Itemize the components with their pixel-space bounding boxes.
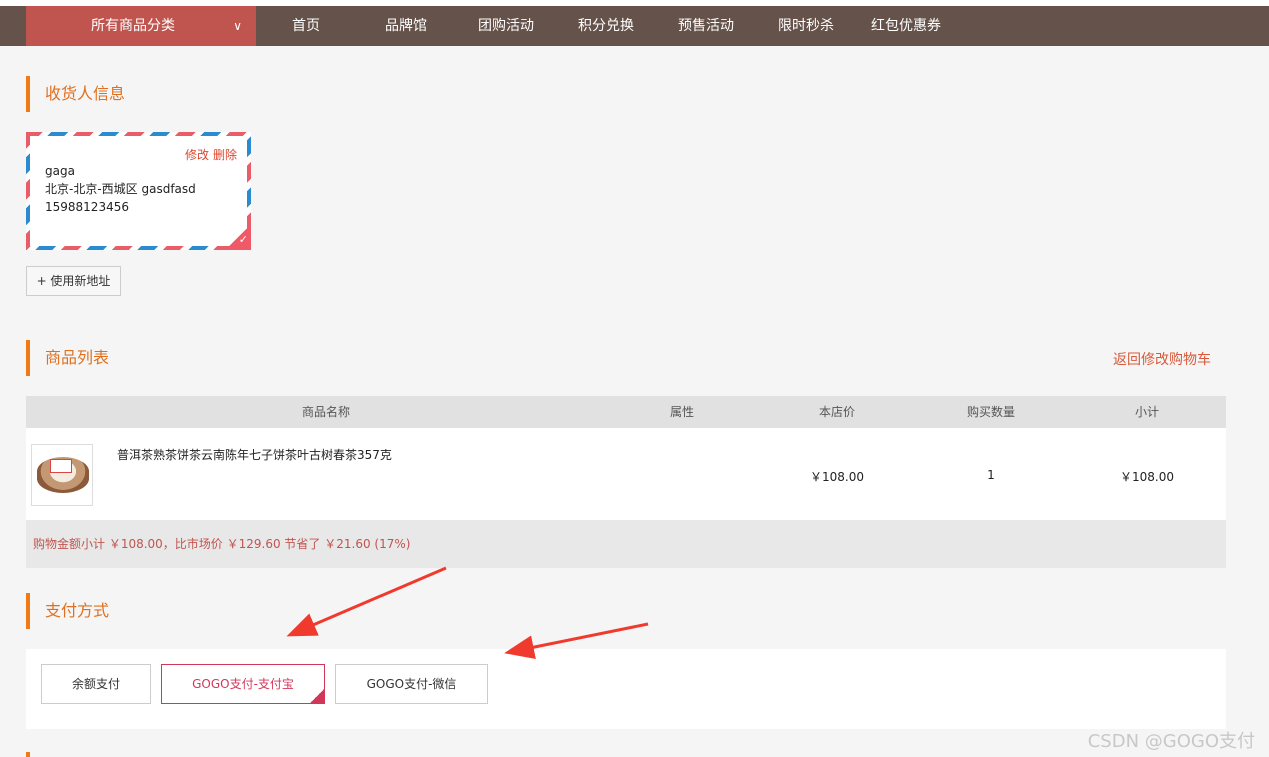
watermark: CSDN @GOGO支付 (1087, 731, 1255, 752)
nav-item-flash-sale[interactable]: 限时秒杀 (766, 6, 846, 46)
nav-item-group-buy[interactable]: 团购活动 (466, 6, 546, 46)
payment-option-alipay-label: GOGO支付-支付宝 (192, 677, 294, 691)
add-address-button[interactable]: + 使用新地址 (26, 266, 121, 296)
product-name-link[interactable]: 普洱茶熟茶饼茶云南陈年七子饼茶叶古树春茶357克 (117, 446, 392, 463)
edit-address-link[interactable]: 修改 (185, 148, 209, 162)
address-actions: 修改 删除 (181, 146, 237, 164)
main-nav: 所有商品分类 ∨ 首页 品牌馆 团购活动 积分兑换 预售活动 限时秒杀 红包优惠… (0, 6, 1269, 46)
annotation-arrows (286, 566, 649, 659)
payment-section-title: 支付方式 (26, 593, 109, 629)
receiver-phone: 15988123456 (45, 200, 129, 214)
table-header: 商品名称 属性 本店价 购买数量 小计 (26, 396, 1226, 428)
category-menu-label: 所有商品分类 (91, 18, 175, 34)
column-header-subtotal: 小计 (1134, 405, 1159, 419)
annotation-arrow-wechat (504, 622, 649, 659)
receiver-address: 北京-北京-西城区 gasdfasd (45, 182, 196, 196)
receiver-section-title: 收货人信息 (26, 76, 125, 112)
product-price: ￥108.00 (810, 470, 864, 484)
nav-item-points-exchange[interactable]: 积分兑换 (566, 6, 646, 46)
product-qty: 1 (987, 468, 995, 482)
nav-item-brands[interactable]: 品牌馆 (366, 6, 446, 46)
payment-option-wechat[interactable]: GOGO支付-微信 (335, 664, 488, 704)
column-header-name: 商品名称 (301, 405, 350, 419)
order-summary: 购物金额小计 ￥108.00，比市场价 ￥129.60 节省了 ￥21.60 (… (26, 520, 1226, 568)
annotation-arrow-alipay (286, 566, 447, 637)
column-header-qty: 购买数量 (966, 405, 1015, 419)
payment-option-alipay[interactable]: GOGO支付-支付宝 ✓ (161, 664, 325, 704)
payment-option-balance[interactable]: 余额支付 (41, 664, 151, 704)
column-header-attr: 属性 (669, 405, 694, 419)
column-header-price: 本店价 (818, 405, 855, 419)
products-section-title: 商品列表 (26, 340, 109, 376)
address-card[interactable]: 修改 删除 gaga 北京-北京-西城区 gasdfasd 15988123456… (26, 132, 251, 250)
next-section-marker (26, 752, 30, 757)
nav-item-home[interactable]: 首页 (266, 6, 346, 46)
selected-check-icon: ✓ (225, 224, 251, 250)
delete-address-link[interactable]: 删除 (213, 148, 237, 162)
chevron-down-icon: ∨ (233, 19, 242, 33)
back-to-cart-link[interactable]: 返回修改购物车 (1113, 349, 1211, 369)
table-row: 普洱茶熟茶饼茶云南陈年七子饼茶叶古树春茶357克 ￥108.00 1 ￥108.… (26, 428, 1226, 520)
nav-item-coupons[interactable]: 红包优惠券 (866, 6, 946, 46)
selected-check-icon: ✓ (310, 682, 324, 703)
category-menu-button[interactable]: 所有商品分类 ∨ (26, 6, 256, 46)
nav-item-presale[interactable]: 预售活动 (666, 6, 746, 46)
payment-options: 余额支付 GOGO支付-支付宝 ✓ GOGO支付-微信 (26, 649, 1226, 729)
product-thumbnail[interactable] (31, 444, 93, 506)
receiver-name: gaga (45, 164, 75, 178)
product-subtotal: ￥108.00 (1120, 470, 1174, 484)
